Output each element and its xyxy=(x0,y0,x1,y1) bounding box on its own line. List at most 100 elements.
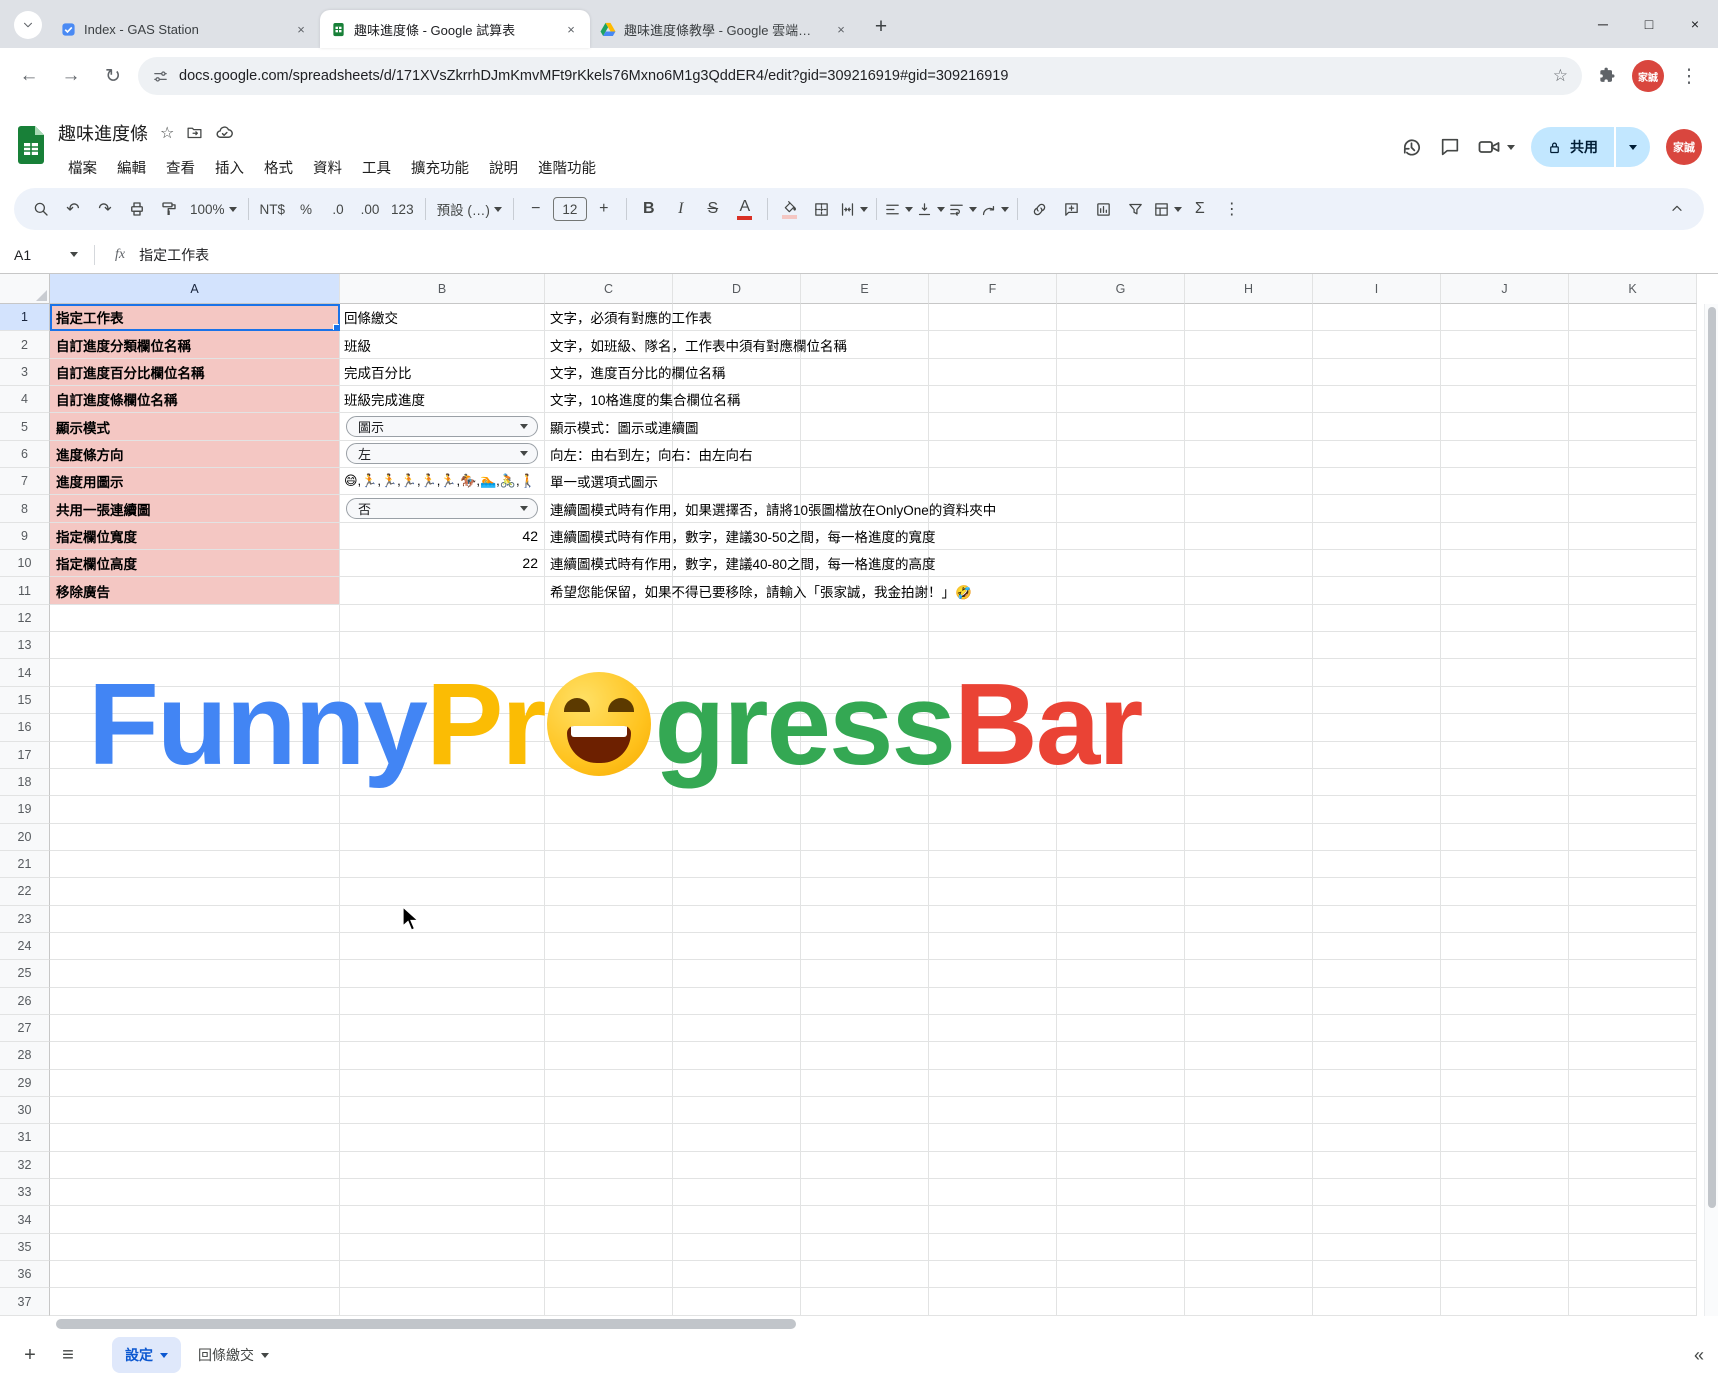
cell-E25[interactable] xyxy=(801,960,929,988)
cell-K29[interactable] xyxy=(1569,1069,1697,1097)
row-header-8[interactable]: 8 xyxy=(0,495,50,523)
cell-C28[interactable] xyxy=(545,1042,673,1070)
cell-H26[interactable] xyxy=(1185,987,1313,1015)
cell-E19[interactable] xyxy=(801,796,929,824)
text-rotation-button[interactable] xyxy=(980,193,1010,225)
print-button[interactable] xyxy=(122,193,152,225)
cell-C13[interactable] xyxy=(545,632,673,660)
row-header-26[interactable]: 26 xyxy=(0,987,50,1015)
cell-I7[interactable] xyxy=(1313,468,1441,496)
cell-H22[interactable] xyxy=(1185,878,1313,906)
row-header-23[interactable]: 23 xyxy=(0,905,50,933)
cell-C33[interactable] xyxy=(545,1179,673,1207)
cell-C21[interactable] xyxy=(545,850,673,879)
cell-G20[interactable] xyxy=(1057,823,1185,851)
cell-C37[interactable] xyxy=(545,1288,673,1316)
cell-C22[interactable] xyxy=(545,878,673,906)
cell-A6[interactable]: 進度條方向 xyxy=(50,440,340,469)
cell-D3[interactable] xyxy=(673,358,801,387)
cell-A29[interactable] xyxy=(50,1069,340,1097)
cell-J20[interactable] xyxy=(1441,823,1569,851)
row-header-29[interactable]: 29 xyxy=(0,1069,50,1097)
row-header-20[interactable]: 20 xyxy=(0,823,50,851)
cell-I16[interactable] xyxy=(1313,714,1441,742)
cell-D21[interactable] xyxy=(673,850,801,879)
row-header-3[interactable]: 3 xyxy=(0,358,50,387)
cell-B31[interactable] xyxy=(340,1124,545,1152)
cell-A25[interactable] xyxy=(50,960,340,988)
row-header-4[interactable]: 4 xyxy=(0,386,50,414)
cell-K20[interactable] xyxy=(1569,823,1697,851)
window-minimize-button[interactable]: ─ xyxy=(1580,0,1626,48)
row-header-35[interactable]: 35 xyxy=(0,1233,50,1262)
cell-A35[interactable] xyxy=(50,1233,340,1262)
cloud-status-icon[interactable] xyxy=(215,123,234,142)
cell-A30[interactable] xyxy=(50,1096,340,1125)
cell-E9[interactable] xyxy=(801,522,929,551)
cell-J24[interactable] xyxy=(1441,932,1569,961)
cell-C7[interactable]: 單一或選項式圖示 xyxy=(545,468,673,496)
cell-E27[interactable] xyxy=(801,1014,929,1043)
cell-K36[interactable] xyxy=(1569,1261,1697,1289)
cell-H18[interactable] xyxy=(1185,768,1313,797)
cell-F19[interactable] xyxy=(929,796,1057,824)
cell-B25[interactable] xyxy=(340,960,545,988)
cell-A3[interactable]: 自訂進度百分比欄位名稱 xyxy=(50,358,340,387)
cell-K7[interactable] xyxy=(1569,468,1697,496)
cell-H5[interactable] xyxy=(1185,413,1313,441)
cell-F9[interactable] xyxy=(929,522,1057,551)
cell-I35[interactable] xyxy=(1313,1233,1441,1262)
formula-input[interactable]: 指定工作表 xyxy=(139,245,209,265)
cell-G35[interactable] xyxy=(1057,1233,1185,1262)
text-color-button[interactable]: A xyxy=(730,193,760,225)
cell-A34[interactable] xyxy=(50,1206,340,1234)
cell-G34[interactable] xyxy=(1057,1206,1185,1234)
cell-K19[interactable] xyxy=(1569,796,1697,824)
column-header-E[interactable]: E xyxy=(801,274,929,304)
cell-F8[interactable] xyxy=(929,495,1057,523)
funny-progress-bar-logo[interactable]: Funny Pr gress Bar xyxy=(88,657,1143,791)
horizontal-scrollbar[interactable] xyxy=(0,1316,1718,1332)
cell-J18[interactable] xyxy=(1441,768,1569,797)
cell-G12[interactable] xyxy=(1057,604,1185,633)
cell-C31[interactable] xyxy=(545,1124,673,1152)
cell-C3[interactable]: 文字，進度百分比的欄位名稱 xyxy=(545,358,726,387)
cell-J34[interactable] xyxy=(1441,1206,1569,1234)
cell-B27[interactable] xyxy=(340,1014,545,1043)
cell-F6[interactable] xyxy=(929,440,1057,469)
cell-H27[interactable] xyxy=(1185,1014,1313,1043)
cell-F13[interactable] xyxy=(929,632,1057,660)
cell-F21[interactable] xyxy=(929,850,1057,879)
column-header-G[interactable]: G xyxy=(1057,274,1185,304)
cell-B7[interactable]: 😄,🏃,🏃,🏃,🏃,🏃,🏇,🏊,🚴,🚶 xyxy=(340,468,545,496)
cell-A12[interactable] xyxy=(50,604,340,633)
cell-E11[interactable] xyxy=(801,577,929,605)
horizontal-align-button[interactable] xyxy=(884,193,914,225)
comments-icon[interactable] xyxy=(1439,136,1461,158)
menu-item[interactable]: 說明 xyxy=(479,153,528,182)
cell-B26[interactable] xyxy=(340,987,545,1015)
decrease-decimal-button[interactable]: .0 xyxy=(323,193,353,225)
cell-K9[interactable] xyxy=(1569,522,1697,551)
cell-D25[interactable] xyxy=(673,960,801,988)
cell-F33[interactable] xyxy=(929,1179,1057,1207)
cell-J14[interactable] xyxy=(1441,659,1569,687)
menu-item[interactable]: 工具 xyxy=(352,153,401,182)
cell-B22[interactable] xyxy=(340,878,545,906)
cell-C24[interactable] xyxy=(545,932,673,961)
cell-D19[interactable] xyxy=(673,796,801,824)
cell-E35[interactable] xyxy=(801,1233,929,1262)
cell-H11[interactable] xyxy=(1185,577,1313,605)
cell-K23[interactable] xyxy=(1569,905,1697,933)
horizontal-scrollbar-thumb[interactable] xyxy=(56,1319,796,1329)
cell-H33[interactable] xyxy=(1185,1179,1313,1207)
cell-I28[interactable] xyxy=(1313,1042,1441,1070)
cell-D32[interactable] xyxy=(673,1151,801,1179)
cell-G28[interactable] xyxy=(1057,1042,1185,1070)
tab-close-icon[interactable]: × xyxy=(292,20,310,38)
cell-E13[interactable] xyxy=(801,632,929,660)
cell-G27[interactable] xyxy=(1057,1014,1185,1043)
cell-G7[interactable] xyxy=(1057,468,1185,496)
insert-link-button[interactable] xyxy=(1025,193,1055,225)
row-header-19[interactable]: 19 xyxy=(0,796,50,824)
